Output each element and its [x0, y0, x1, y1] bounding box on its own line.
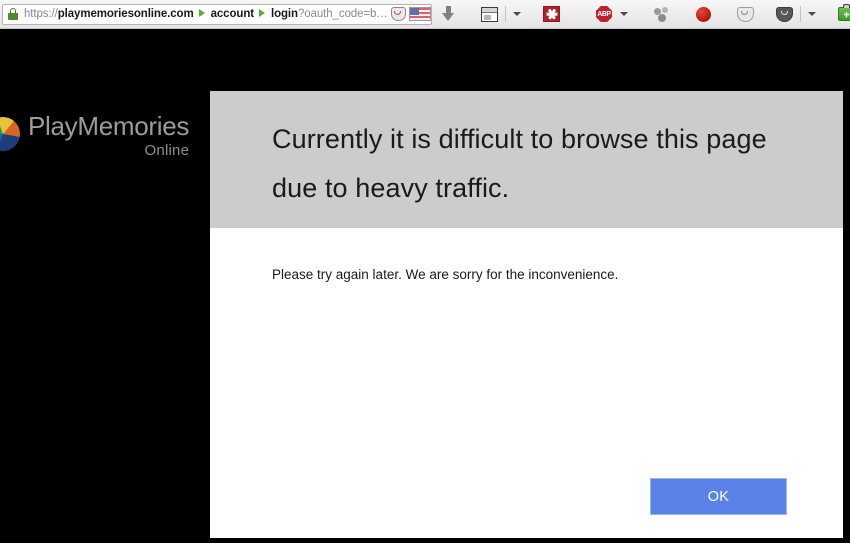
pocket-save-button[interactable] — [390, 7, 406, 21]
viewport-right-edge — [843, 29, 850, 543]
shield-dark-dropdown-button[interactable] — [804, 2, 820, 26]
shield-light-addon-icon — [737, 6, 754, 22]
extension-toolbar: ABP — [432, 0, 850, 29]
address-bar-text: https://playmemoriesonline.com account log… — [24, 5, 388, 24]
breadcrumb-login[interactable]: login — [271, 8, 298, 20]
playmemories-wordmark: PlayMemories Online — [28, 113, 189, 158]
language-flag-button[interactable] — [408, 7, 431, 21]
brand-subtitle: Online — [144, 142, 190, 159]
url-host: playmemoriesonline.com — [57, 7, 194, 20]
reader-view-icon — [481, 6, 498, 22]
address-bar[interactable]: https://playmemoriesonline.com account log… — [2, 3, 432, 25]
dialog-footer: OK — [210, 478, 843, 515]
reader-view-button[interactable] — [477, 2, 502, 26]
ok-button[interactable]: OK — [650, 478, 787, 515]
toolbar-divider — [800, 6, 801, 22]
adblock-plus-button[interactable]: ABP — [592, 2, 616, 26]
record-dot-button[interactable] — [692, 2, 715, 26]
url-query: ?oauth_code=b… — [297, 7, 388, 20]
lock-icon — [7, 7, 19, 21]
reader-view-dropdown-button[interactable] — [509, 2, 525, 26]
shield-light-addon-button[interactable] — [733, 2, 758, 26]
adblock-plus-icon: ABP — [596, 6, 612, 22]
downloads-icon — [442, 6, 455, 22]
record-dot-icon — [696, 6, 711, 22]
pocket-icon — [390, 7, 406, 21]
us-flag-icon — [408, 7, 431, 21]
breadcrumb-separator-icon — [198, 9, 205, 18]
shield-dark-addon-button[interactable] — [772, 2, 797, 26]
dialog-title: Currently it is difficult to browse this… — [272, 124, 767, 203]
red-asterisk-addon-icon — [543, 6, 560, 22]
node-graph-addon-button[interactable] — [650, 2, 674, 26]
traffic-notice-dialog: Currently it is difficult to browse this… — [210, 91, 843, 543]
viewport-bottom-edge — [0, 538, 850, 543]
page-content: PlayMemories Online Currently it is diff… — [0, 29, 850, 543]
browser-toolbar: https://playmemoriesonline.com account log… — [0, 0, 850, 29]
reader-view-chevron-icon — [513, 12, 521, 16]
shield-dark-addon-icon — [776, 6, 793, 22]
toolbox-addon-button[interactable] — [834, 2, 850, 26]
node-graph-addon-icon — [654, 6, 670, 22]
brand-title: PlayMemories — [28, 111, 190, 141]
downloads-button[interactable] — [438, 2, 459, 26]
breadcrumb-separator-icon — [258, 9, 265, 18]
adblock-plus-chevron-icon — [620, 12, 628, 16]
dialog-body: Please try again later. We are sorry for… — [210, 228, 843, 543]
playmemories-logo: PlayMemories Online — [0, 113, 189, 158]
dialog-message: Please try again later. We are sorry for… — [272, 267, 619, 282]
adblock-plus-dropdown-button[interactable] — [616, 2, 632, 26]
toolbar-divider — [505, 6, 506, 22]
shield-dark-chevron-icon — [808, 12, 816, 16]
dialog-header: Currently it is difficult to browse this… — [210, 91, 843, 228]
red-asterisk-addon-button[interactable] — [539, 2, 564, 26]
toolbox-addon-icon — [838, 4, 850, 21]
playmemories-globe-icon — [0, 117, 20, 151]
url-scheme: https:// — [24, 7, 58, 20]
breadcrumb-account[interactable]: account — [211, 8, 255, 20]
